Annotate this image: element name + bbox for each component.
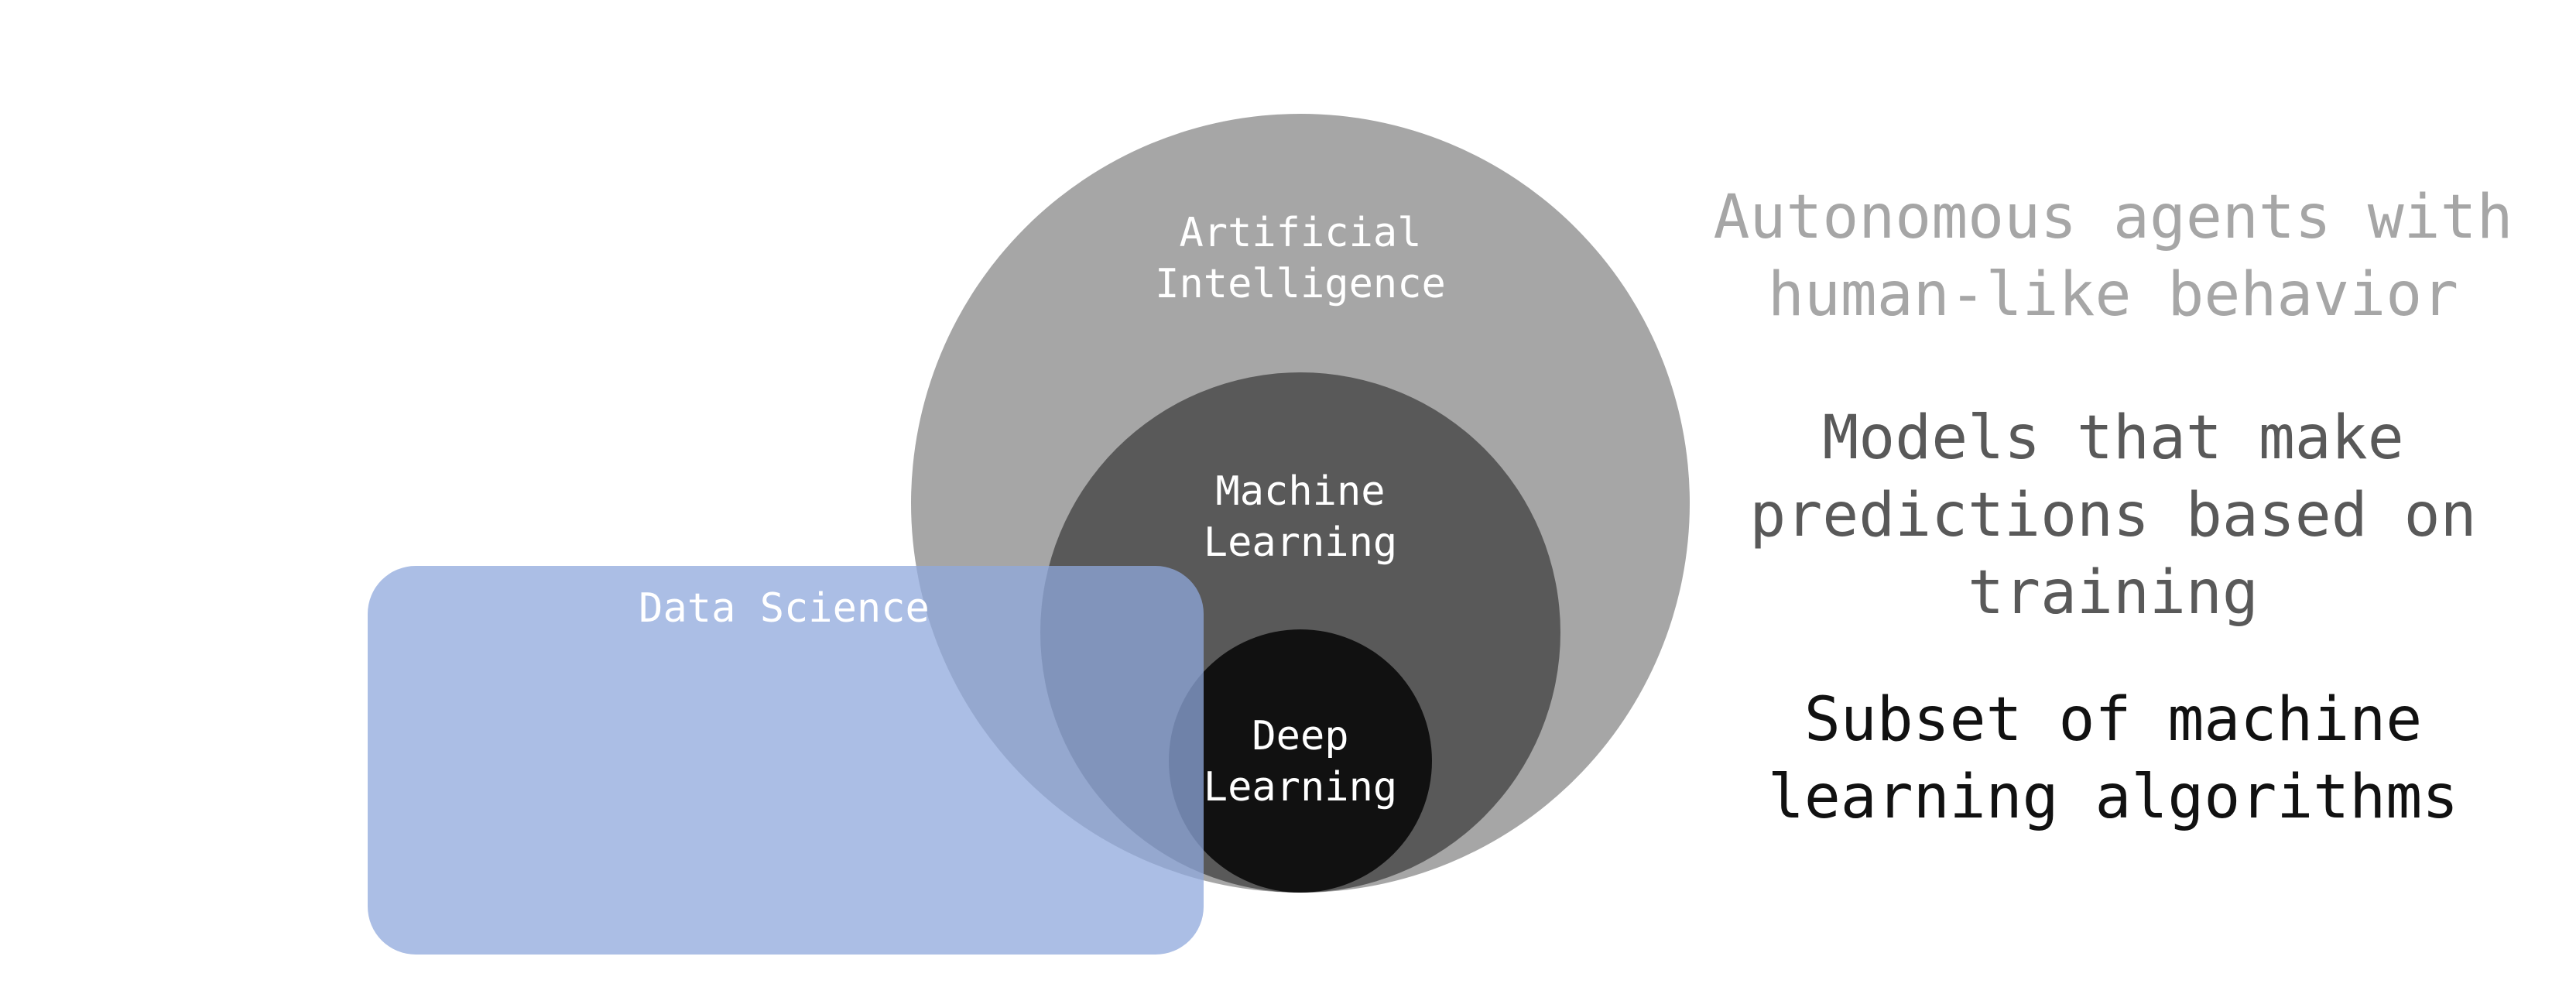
artificial-intelligence-label-line1: Artificial (1179, 210, 1421, 256)
artificial-intelligence-label-line2: Intelligence (1155, 261, 1446, 307)
machine-learning-label-line1: Machine (1215, 468, 1385, 515)
artificial-intelligence-description: Autonomous agents with human-like behavi… (1713, 183, 2513, 330)
deep-learning-label-line2: Learning (1204, 764, 1397, 811)
deep-learning-circle (1169, 629, 1432, 893)
machine-learning-description: Models that make predictions based on tr… (1749, 403, 2477, 628)
deep-learning-label-line1: Deep (1252, 713, 1348, 759)
deep-learning-description: Subset of machine learning algorithms (1767, 685, 2459, 832)
data-science-label: Data Science (639, 585, 930, 632)
machine-learning-label-line2: Learning (1204, 519, 1397, 566)
